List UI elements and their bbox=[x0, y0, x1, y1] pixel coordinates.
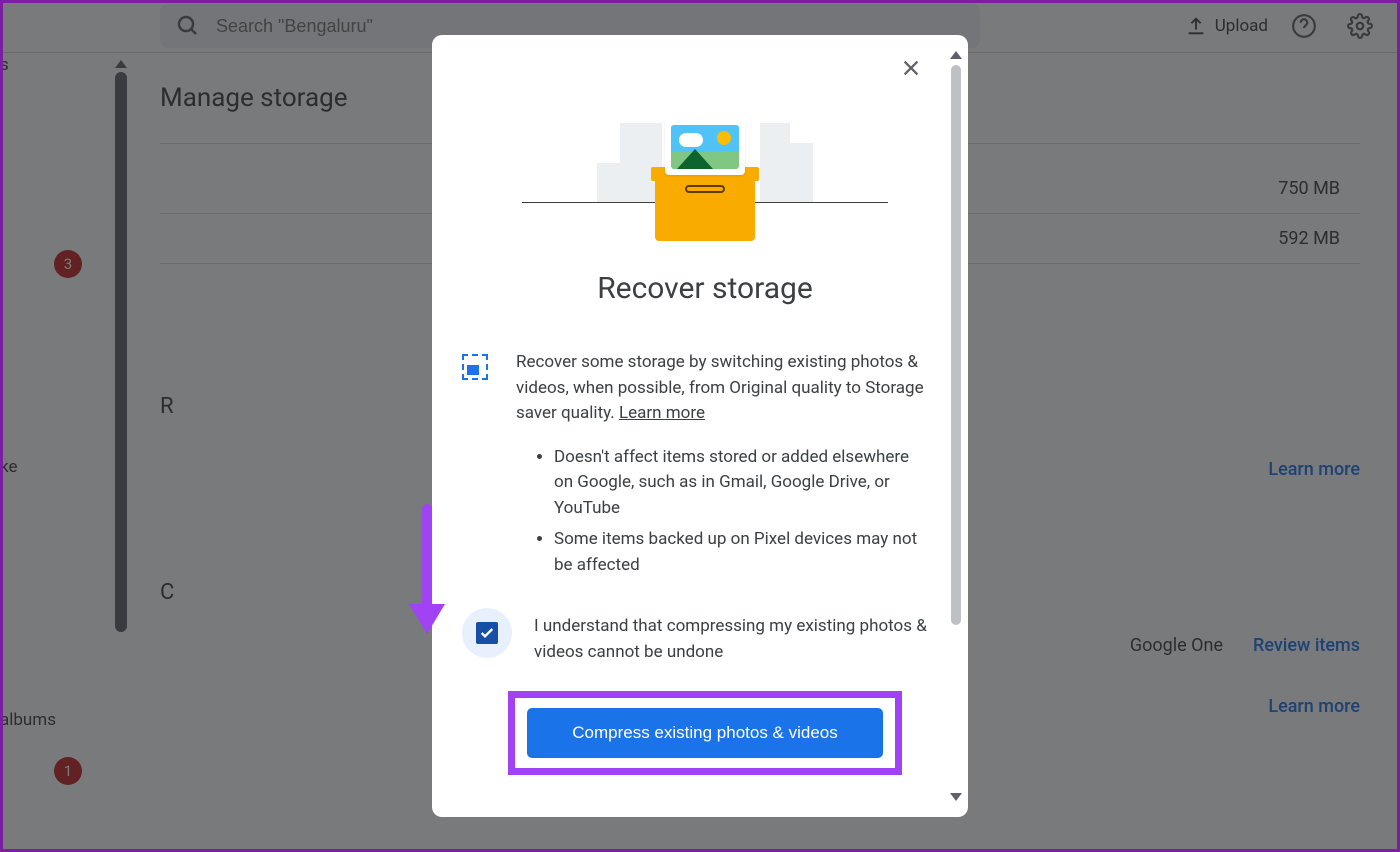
list-item: Doesn't affect items stored or added els… bbox=[554, 445, 948, 522]
compress-icon bbox=[462, 354, 492, 427]
checkbox-checked-icon bbox=[476, 622, 498, 644]
learn-more-link[interactable]: Learn more bbox=[619, 403, 705, 423]
hero-illustration bbox=[452, 35, 958, 241]
recover-storage-modal: Recover storage Recover some storage by … bbox=[432, 35, 968, 817]
info-section: Recover some storage by switching existi… bbox=[462, 350, 948, 427]
annotation-arrow bbox=[422, 504, 445, 634]
list-item: Some items backed up on Pixel devices ma… bbox=[554, 527, 948, 578]
annotation-highlight: Compress existing photos & videos bbox=[508, 691, 902, 775]
scroll-down-icon bbox=[950, 793, 962, 801]
compress-button[interactable]: Compress existing photos & videos bbox=[527, 708, 883, 758]
box-icon bbox=[655, 175, 755, 241]
checkbox-label: I understand that compressing my existin… bbox=[534, 608, 948, 665]
modal-title: Recover storage bbox=[462, 271, 948, 306]
checkbox[interactable] bbox=[462, 608, 512, 658]
modal-body: Recover storage Recover some storage by … bbox=[432, 35, 968, 817]
modal-description: Recover some storage by switching existi… bbox=[516, 350, 948, 427]
confirmation-checkbox-row: I understand that compressing my existin… bbox=[462, 608, 948, 665]
bullet-list: Doesn't affect items stored or added els… bbox=[554, 445, 948, 579]
modal-overlay[interactable]: Recover storage Recover some storage by … bbox=[0, 0, 1400, 852]
